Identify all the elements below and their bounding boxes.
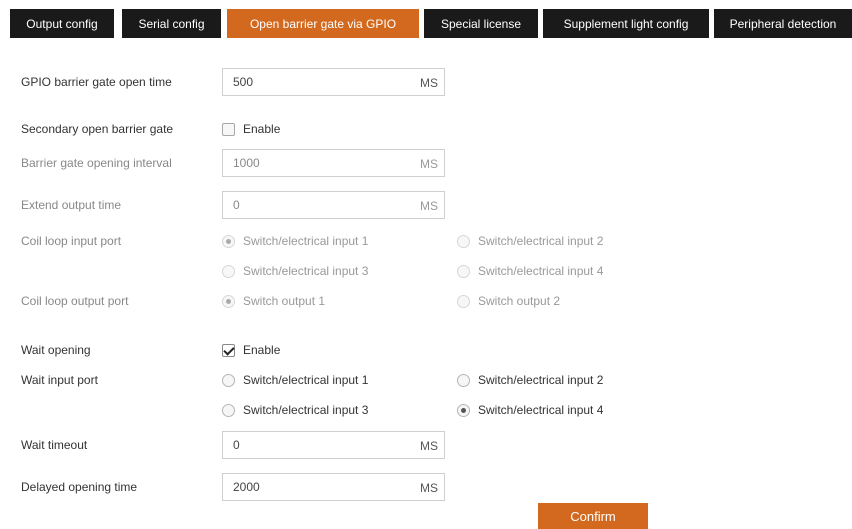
- opening-interval-label: Barrier gate opening interval: [21, 156, 172, 170]
- delayed-opening-input[interactable]: [223, 474, 403, 500]
- tab-serial-config[interactable]: Serial config: [122, 9, 221, 38]
- gpio-open-time-field: MS: [222, 68, 445, 96]
- opening-interval-input[interactable]: [223, 150, 403, 176]
- gpio-open-time-label: GPIO barrier gate open time: [21, 75, 172, 89]
- coil-output-option-1[interactable]: Switch output 1: [222, 294, 325, 308]
- wait-input-option-4[interactable]: Switch/electrical input 4: [457, 403, 603, 417]
- tab-bar: Output config Serial config Open barrier…: [0, 0, 852, 44]
- opening-interval-field: MS: [222, 149, 445, 177]
- radio-button[interactable]: [222, 264, 235, 278]
- coil-input-label: Coil loop input port: [21, 234, 122, 248]
- radio-label: Switch/electrical input 3: [243, 403, 369, 417]
- unit-label: MS: [420, 157, 438, 171]
- radio-label: Switch output 2: [478, 294, 561, 308]
- wait-input-option-2[interactable]: Switch/electrical input 2: [457, 373, 603, 387]
- coil-input-option-2[interactable]: Switch/electrical input 2: [457, 234, 603, 248]
- tab-label: Open barrier gate via GPIO: [249, 16, 397, 31]
- radio-button[interactable]: [222, 294, 235, 308]
- secondary-open-checkbox[interactable]: [222, 122, 235, 136]
- tab-open-barrier-gate-gpio[interactable]: Open barrier gate via GPIO: [227, 9, 419, 38]
- tab-label: Peripheral detection: [729, 16, 837, 31]
- secondary-open-enable[interactable]: Enable: [222, 122, 280, 136]
- radio-label: Switch/electrical input 4: [478, 264, 604, 278]
- radio-button[interactable]: [457, 294, 470, 308]
- gpio-open-time-input[interactable]: [223, 69, 403, 95]
- coil-input-option-1[interactable]: Switch/electrical input 1: [222, 234, 368, 248]
- radio-button[interactable]: [457, 234, 470, 248]
- radio-button[interactable]: [457, 403, 470, 417]
- checkbox-label: Enable: [243, 122, 281, 136]
- extend-output-field: MS: [222, 191, 445, 219]
- wait-timeout-input[interactable]: [223, 432, 403, 458]
- delayed-opening-field: MS: [222, 473, 445, 501]
- unit-label: MS: [420, 481, 438, 495]
- wait-opening-enable[interactable]: Enable: [222, 343, 280, 357]
- wait-opening-label: Wait opening: [21, 343, 91, 357]
- radio-label: Switch/electrical input 2: [478, 234, 604, 248]
- radio-label: Switch/electrical input 1: [243, 373, 369, 387]
- radio-label: Switch/electrical input 2: [478, 373, 604, 387]
- tab-peripheral-detection[interactable]: Peripheral detection: [714, 9, 852, 38]
- unit-label: MS: [420, 439, 438, 453]
- tab-label: Special license: [440, 16, 522, 31]
- wait-timeout-field: MS: [222, 431, 445, 459]
- tab-supplement-light-config[interactable]: Supplement light config: [543, 9, 709, 38]
- wait-input-label: Wait input port: [21, 373, 98, 387]
- tab-special-license[interactable]: Special license: [424, 9, 538, 38]
- coil-input-option-4[interactable]: Switch/electrical input 4: [457, 264, 603, 278]
- radio-button[interactable]: [222, 234, 235, 248]
- delayed-opening-label: Delayed opening time: [21, 480, 138, 494]
- radio-label: Switch output 1: [243, 294, 326, 308]
- confirm-button[interactable]: Confirm: [538, 503, 648, 529]
- extend-output-label: Extend output time: [21, 198, 122, 212]
- radio-label: Switch/electrical input 1: [243, 234, 369, 248]
- wait-input-option-3[interactable]: Switch/electrical input 3: [222, 403, 368, 417]
- radio-button[interactable]: [222, 403, 235, 417]
- unit-label: MS: [420, 199, 438, 213]
- radio-button[interactable]: [457, 264, 470, 278]
- wait-timeout-label: Wait timeout: [21, 438, 88, 452]
- coil-output-option-2[interactable]: Switch output 2: [457, 294, 560, 308]
- coil-input-option-3[interactable]: Switch/electrical input 3: [222, 264, 368, 278]
- radio-label: Switch/electrical input 3: [243, 264, 369, 278]
- radio-button[interactable]: [457, 373, 470, 387]
- wait-input-option-1[interactable]: Switch/electrical input 1: [222, 373, 368, 387]
- checkbox-label: Enable: [243, 343, 281, 357]
- extend-output-input[interactable]: [223, 192, 403, 218]
- coil-output-label: Coil loop output port: [21, 294, 129, 308]
- tab-label: Serial config: [138, 16, 205, 31]
- radio-label: Switch/electrical input 4: [478, 403, 604, 417]
- tab-label: Supplement light config: [563, 16, 689, 31]
- radio-button[interactable]: [222, 373, 235, 387]
- unit-label: MS: [420, 76, 438, 90]
- wait-opening-checkbox[interactable]: [222, 343, 235, 357]
- tab-label: Output config: [26, 16, 98, 31]
- secondary-open-label: Secondary open barrier gate: [21, 122, 174, 136]
- tab-output-config[interactable]: Output config: [10, 9, 114, 38]
